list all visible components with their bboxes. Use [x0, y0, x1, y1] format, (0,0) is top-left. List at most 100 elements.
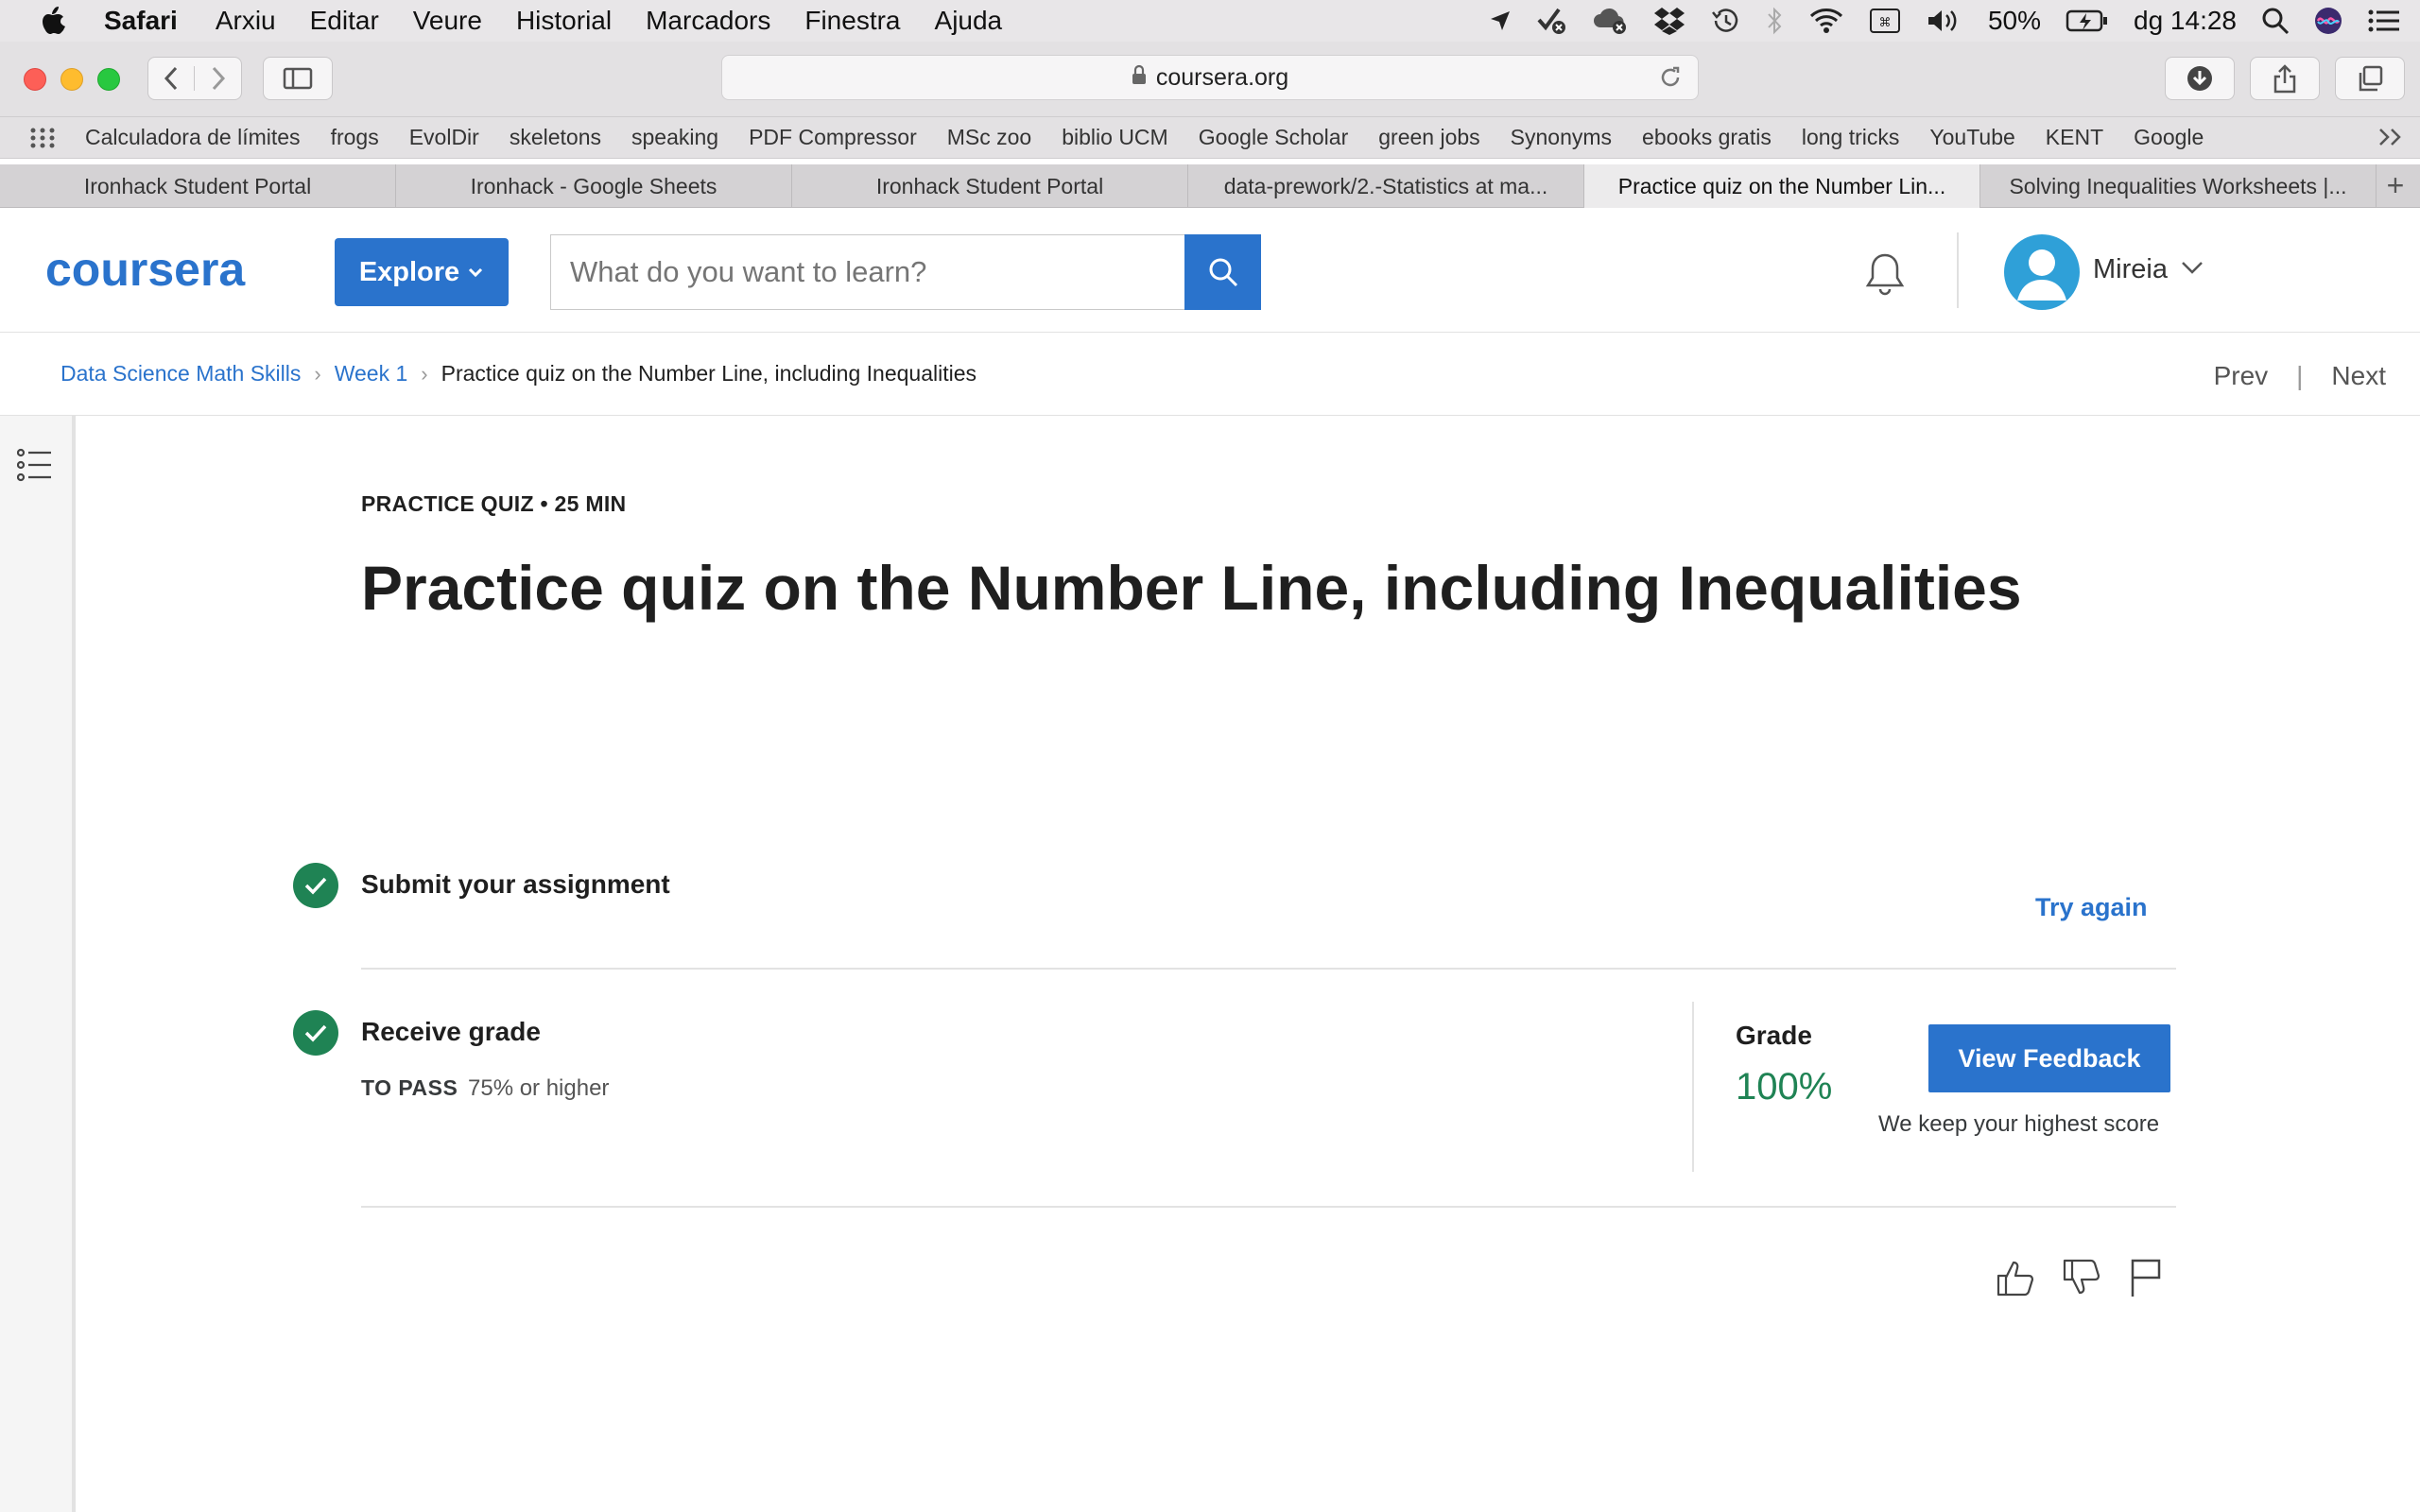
grade-divider [1692, 1002, 1694, 1172]
browser-tab-active[interactable]: Practice quiz on the Number Lin... [1584, 164, 1980, 208]
url-text: coursera.org [1155, 63, 1289, 91]
bookmark-item[interactable]: KENT [2046, 125, 2103, 150]
tabs-overview-icon [2359, 65, 2383, 92]
bluetooth-icon[interactable] [1765, 7, 1784, 35]
minimize-window-button[interactable] [60, 68, 83, 91]
breadcrumb-week-link[interactable]: Week 1 [335, 361, 408, 387]
menu-finestra[interactable]: Finestra [804, 6, 900, 36]
view-feedback-button[interactable]: View Feedback [1928, 1024, 2170, 1092]
course-outline-list-icon[interactable] [16, 448, 53, 487]
forward-arrow-icon[interactable] [195, 66, 241, 91]
favorites-grid-icon[interactable] [0, 127, 85, 149]
downloads-button[interactable] [2165, 57, 2235, 100]
user-name[interactable]: Mireia [2093, 254, 2168, 285]
new-tab-plus-icon[interactable]: + [2377, 164, 2414, 207]
browser-tab[interactable]: data-prework/2.-Statistics at ma... [1188, 164, 1584, 208]
time-machine-icon[interactable] [1710, 7, 1740, 35]
search-button[interactable] [1184, 234, 1261, 310]
user-avatar[interactable] [2004, 234, 2080, 310]
reload-icon[interactable] [1658, 65, 1683, 96]
notification-center-icon[interactable] [2367, 8, 2401, 34]
bookmark-item[interactable]: Google Scholar [1199, 125, 1349, 150]
next-link[interactable]: Next [2331, 361, 2386, 391]
bookmarks-bar: Calculadora de límites frogs EvolDir ske… [0, 117, 2420, 159]
wifi-icon[interactable] [1808, 7, 1844, 35]
apple-menu-icon[interactable] [0, 6, 104, 36]
check-circle-icon [293, 863, 338, 908]
dropbox-icon[interactable] [1653, 7, 1685, 35]
breadcrumb-course-link[interactable]: Data Science Math Skills [60, 361, 301, 387]
bookmark-item[interactable]: Synonyms [1511, 125, 1612, 150]
report-flag-icon[interactable] [2127, 1257, 2165, 1303]
prev-next-divider: | [2296, 361, 2304, 390]
lock-icon [1132, 64, 1147, 92]
share-button[interactable] [2250, 57, 2320, 100]
browser-tab[interactable]: Ironhack - Google Sheets [396, 164, 792, 208]
macos-menu-bar: Safari Arxiu Editar Veure Historial Marc… [0, 0, 2420, 42]
sidebar-icon [283, 67, 313, 90]
tab-overview-button[interactable] [2335, 57, 2405, 100]
chevron-down-icon [469, 267, 483, 278]
section-divider [361, 1206, 2176, 1208]
bookmark-item[interactable]: EvolDir [409, 125, 479, 150]
thumbs-up-icon[interactable] [1995, 1257, 2036, 1303]
bookmark-item[interactable]: MSc zoo [947, 125, 1031, 150]
menu-arxiu[interactable]: Arxiu [216, 6, 276, 36]
user-avatar-icon [2017, 249, 2066, 301]
explore-button[interactable]: Explore [335, 238, 509, 306]
menu-editar[interactable]: Editar [310, 6, 379, 36]
thumbs-down-icon[interactable] [2061, 1257, 2102, 1303]
main-content: PRACTICE QUIZ • 25 MIN Practice quiz on … [76, 416, 2420, 1512]
bookmark-item[interactable]: Google [2134, 125, 2204, 150]
highest-score-note: We keep your highest score [1878, 1111, 2160, 1137]
grade-value: 100% [1736, 1066, 1833, 1108]
bookmark-item[interactable]: frogs [331, 125, 379, 150]
fullscreen-window-button[interactable] [97, 68, 120, 91]
browser-tab[interactable]: Ironhack Student Portal [792, 164, 1188, 208]
menu-ajuda[interactable]: Ajuda [935, 6, 1003, 36]
bookmark-item[interactable]: speaking [631, 125, 718, 150]
task-check-icon[interactable] [1536, 7, 1568, 35]
breadcrumb-chevron-icon: › [421, 361, 428, 386]
share-icon [2273, 64, 2296, 94]
prev-link[interactable]: Prev [2214, 361, 2269, 391]
siri-icon[interactable] [2314, 7, 2342, 35]
menu-app-name[interactable]: Safari [104, 6, 178, 36]
menu-veure[interactable]: Veure [413, 6, 482, 36]
bookmark-item[interactable]: long tricks [1802, 125, 1900, 150]
browser-tab[interactable]: Ironhack Student Portal [0, 164, 396, 208]
bookmark-item[interactable]: YouTube [1929, 125, 2014, 150]
prev-next-nav: Prev | Next [2214, 361, 2386, 391]
spotlight-search-icon[interactable] [2261, 7, 2290, 35]
bookmark-item[interactable]: skeletons [510, 125, 601, 150]
bookmark-item[interactable]: PDF Compressor [749, 125, 917, 150]
notifications-bell-icon[interactable] [1860, 249, 1910, 303]
section-divider [361, 968, 2176, 970]
search-input[interactable] [550, 234, 1186, 310]
back-arrow-icon[interactable] [148, 66, 196, 91]
cloud-sync-icon[interactable] [1593, 7, 1629, 35]
menu-historial[interactable]: Historial [516, 6, 612, 36]
bookmark-item[interactable]: green jobs [1378, 125, 1479, 150]
user-menu-chevron-icon[interactable] [2181, 261, 2204, 279]
battery-percent[interactable]: 50% [1988, 6, 2041, 36]
address-bar[interactable]: coursera.org [721, 55, 1699, 100]
bookmark-item[interactable]: biblio UCM [1062, 125, 1167, 150]
header-divider [1957, 232, 1959, 308]
coursera-logo[interactable]: coursera [45, 242, 245, 297]
sidebar-toggle-button[interactable] [263, 57, 333, 100]
menubar-clock[interactable]: dg 14:28 [2134, 6, 2237, 36]
browser-tab[interactable]: Solving Inequalities Worksheets |... [1980, 164, 2377, 208]
location-arrow-icon[interactable] [1489, 9, 1512, 32]
to-pass-value: 75% or higher [468, 1075, 610, 1101]
bookmark-item[interactable]: ebooks gratis [1642, 125, 1772, 150]
keyboard-input-icon[interactable]: ⌘ [1869, 7, 1901, 35]
close-window-button[interactable] [24, 68, 46, 91]
to-pass-label: TO PASS [361, 1075, 458, 1100]
bookmarks-overflow-icon[interactable] [2378, 127, 2403, 153]
menu-marcadors[interactable]: Marcadors [646, 6, 770, 36]
volume-icon[interactable] [1926, 7, 1963, 35]
bookmark-item[interactable]: Calculadora de límites [85, 125, 301, 150]
battery-charging-icon[interactable] [2066, 8, 2109, 34]
try-again-link[interactable]: Try again [2035, 893, 2148, 922]
